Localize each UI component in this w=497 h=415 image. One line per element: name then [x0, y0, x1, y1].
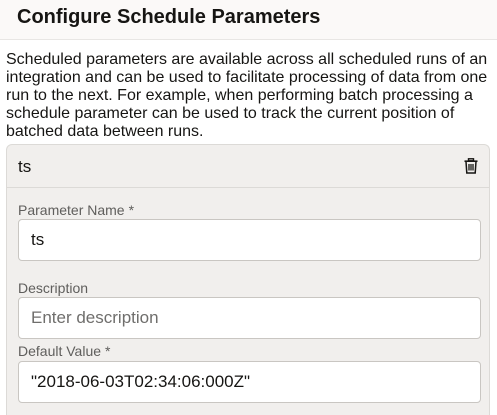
default-value-input[interactable]	[18, 361, 481, 403]
parameter-name-label: Parameter Name *	[18, 202, 134, 218]
dialog-title: Configure Schedule Parameters	[17, 6, 321, 28]
default-value-label: Default Value *	[18, 343, 110, 359]
required-indicator: *	[128, 202, 135, 218]
parameter-name-input[interactable]	[18, 219, 481, 261]
trash-icon	[464, 158, 478, 174]
parameter-card-header[interactable]: ts	[7, 145, 489, 188]
dialog-header: Configure Schedule Parameters	[0, 0, 497, 40]
required-indicator: *	[105, 343, 111, 359]
parameter-card-title: ts	[18, 157, 32, 176]
parameter-card: ts Parameter Name* Description Default V…	[6, 144, 490, 415]
dialog-description: Scheduled parameters are available acros…	[6, 51, 488, 140]
default-value-label-text: Default Value	[18, 343, 102, 359]
schedule-parameters-dialog: Configure Schedule Parameters Scheduled …	[0, 0, 497, 415]
description-label-text: Description	[18, 280, 89, 296]
parameter-name-label-text: Parameter Name	[18, 202, 125, 218]
description-input[interactable]	[18, 297, 481, 339]
description-label: Description	[18, 280, 88, 296]
delete-parameter-button[interactable]	[461, 155, 481, 177]
